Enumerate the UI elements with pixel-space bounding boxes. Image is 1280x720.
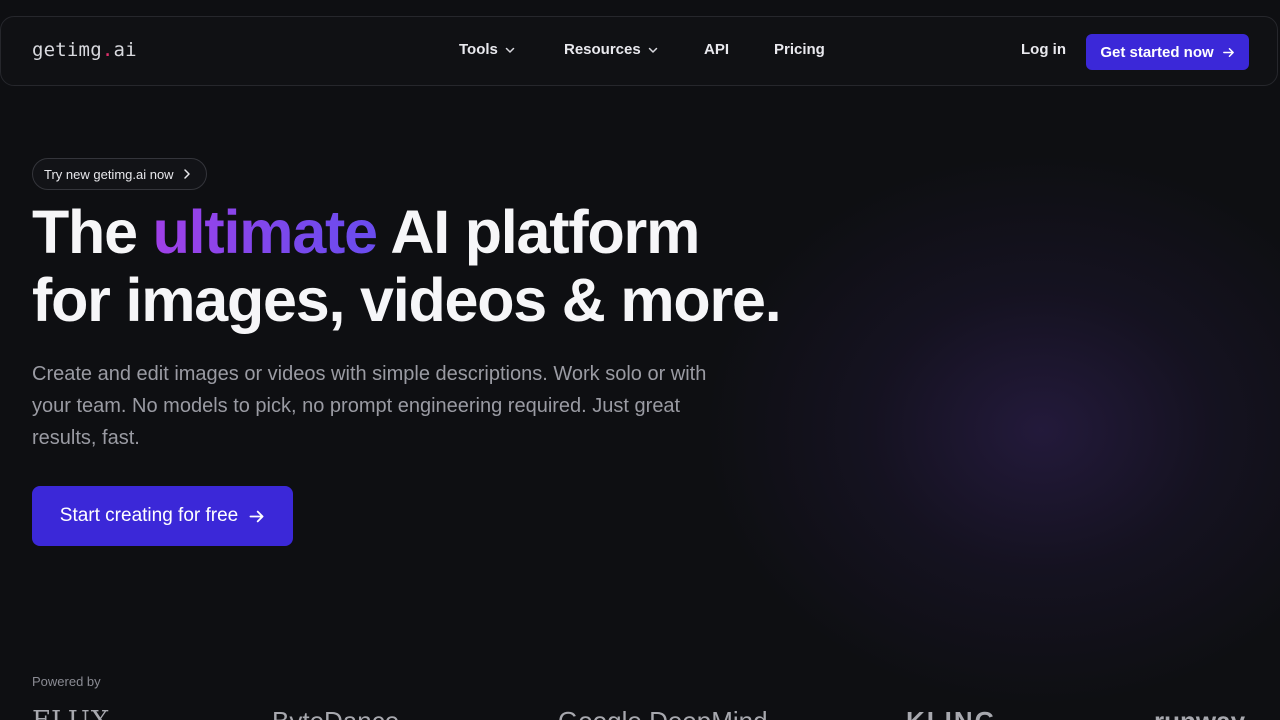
nav-item-label: Tools — [459, 41, 498, 58]
chevron-down-icon — [504, 44, 516, 56]
chevron-down-icon — [647, 44, 659, 56]
headline-rest: AI platform — [376, 198, 700, 266]
headline-start: The — [32, 198, 153, 266]
partner-logo-kling: KLING — [906, 708, 997, 720]
nav-item-pricing[interactable]: Pricing — [774, 41, 825, 58]
arrow-right-icon — [248, 508, 265, 525]
partner-logo-bytedance: ByteDance — [272, 708, 399, 720]
chevron-right-icon — [182, 168, 192, 180]
start-creating-button[interactable]: Start creating for free — [32, 486, 293, 546]
nav-item-resources[interactable]: Resources — [564, 41, 659, 58]
partner-logos-row: FLUX ByteDance Google DeepMind KLING run… — [0, 704, 1280, 720]
nav-item-tools[interactable]: Tools — [459, 41, 516, 58]
nav-item-label: Resources — [564, 41, 641, 58]
announcement-label: Try new getimg.ai now — [44, 166, 174, 182]
hero-subtitle: Create and edit images or videos with si… — [32, 363, 707, 449]
get-started-label: Get started now — [1100, 43, 1214, 61]
nav-item-api[interactable]: API — [704, 41, 729, 58]
top-navigation-bar: getimg.ai Tools Resources API Pricing Lo… — [0, 16, 1278, 86]
partner-logo-runway: runway — [1154, 708, 1245, 720]
headline-line2: for images, videos & more. — [32, 266, 782, 334]
hero-headline: The ultimate AI platform for images, vide… — [32, 198, 832, 334]
get-started-button[interactable]: Get started now — [1086, 34, 1249, 70]
powered-by-label: Powered by — [32, 674, 101, 689]
announcement-pill[interactable]: Try new getimg.ai now — [32, 158, 207, 190]
nav-item-label: Pricing — [774, 41, 825, 58]
start-creating-label: Start creating for free — [59, 505, 239, 526]
arrow-right-icon — [1222, 46, 1235, 59]
partner-logo-flux: FLUX — [32, 708, 110, 720]
partner-logo-google-deepmind: Google DeepMind — [558, 708, 768, 720]
login-link[interactable]: Log in — [1021, 41, 1066, 58]
nav-item-label: API — [704, 41, 730, 58]
headline-accent: ultimate — [152, 198, 378, 266]
